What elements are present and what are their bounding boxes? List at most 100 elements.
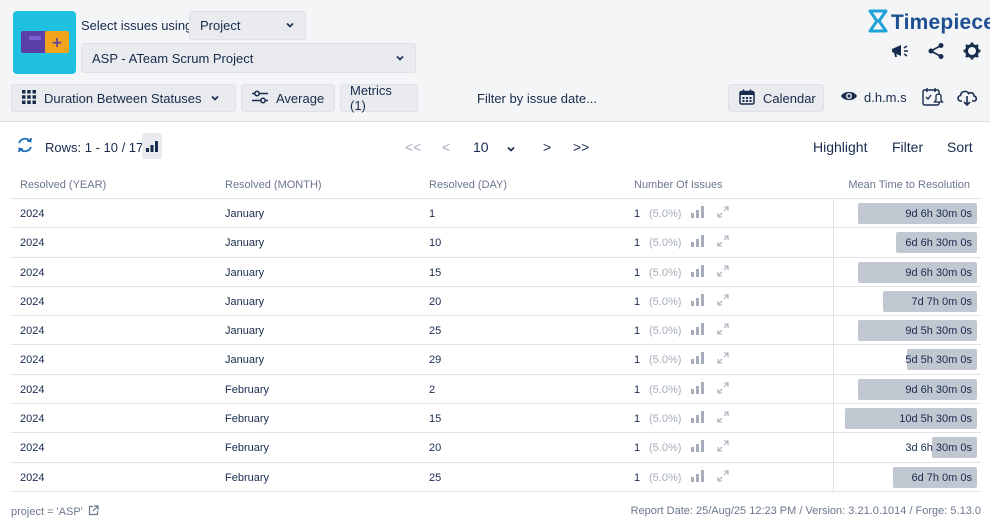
duration-between-statuses-button[interactable]: Duration Between Statuses xyxy=(11,84,236,112)
column-header-year[interactable]: Resolved (YEAR) xyxy=(20,179,106,191)
bar-chart-icon[interactable] xyxy=(691,440,705,455)
column-header-day[interactable]: Resolved (DAY) xyxy=(429,179,507,191)
table-row[interactable]: 2024 January 10 1 (5.0%) 6d 6h 30m 0s xyxy=(11,228,981,258)
table-row[interactable]: 2024 February 20 1 (5.0%) 3d 6h 30m 0s xyxy=(11,433,981,463)
project-dropdown[interactable]: ASP - ATeam Scrum Project xyxy=(81,43,416,73)
cell-issue-count: 1 xyxy=(634,413,641,426)
cell-year: 2024 xyxy=(20,471,45,484)
chevron-down-icon[interactable] xyxy=(506,141,516,157)
cell-month: January xyxy=(225,325,265,338)
brand: Timepiece xyxy=(868,9,990,36)
prev-page-button[interactable]: < xyxy=(442,139,450,155)
cell-issue-percent: (5.0%) xyxy=(649,354,682,367)
cell-mean-time: 9d 6h 30m 0s xyxy=(833,374,981,404)
table-row[interactable]: 2024 January 1 1 (5.0%) 9d 6h 30m 0s xyxy=(11,199,981,229)
metrics-button[interactable]: Metrics (1) xyxy=(340,83,418,113)
share-icon[interactable] xyxy=(925,40,947,62)
brand-name: Timepiece xyxy=(891,10,990,34)
expand-icon[interactable] xyxy=(717,294,729,309)
bar-chart-icon[interactable] xyxy=(691,411,705,426)
select-issues-label: Select issues using xyxy=(81,18,193,33)
cell-issue-percent: (5.0%) xyxy=(649,383,682,396)
bar-chart-icon[interactable] xyxy=(142,133,162,159)
table-row[interactable]: 2024 February 15 1 (5.0%) 10d 5h 30m 0s xyxy=(11,404,981,434)
average-button[interactable]: Average xyxy=(241,84,335,112)
rows-count: Rows: 1 - 10 / 17 xyxy=(45,140,144,155)
bar-chart-icon[interactable] xyxy=(691,469,705,485)
cell-year: 2024 xyxy=(20,354,45,367)
expand-icon[interactable] xyxy=(717,206,729,221)
table-row[interactable]: 2024 January 29 1 (5.0%) 5d 5h 30m 0s xyxy=(11,345,981,375)
svg-text:+: + xyxy=(51,35,63,51)
cell-issue-percent: (5.0%) xyxy=(649,325,682,338)
mean-time-value: 5d 5h 30m 0s xyxy=(905,354,972,367)
table-row[interactable]: 2024 January 15 1 (5.0%) 9d 6h 30m 0s xyxy=(11,257,981,287)
select-by-dropdown[interactable]: Project xyxy=(189,11,306,40)
footer-query: project = 'ASP' xyxy=(11,505,99,519)
project-value: ASP - ATeam Scrum Project xyxy=(92,50,254,66)
mean-time-value: 9d 6h 30m 0s xyxy=(905,383,972,396)
sort-button[interactable]: Sort xyxy=(947,139,973,155)
mean-time-value: 6d 7h 0m 0s xyxy=(911,471,972,484)
highlight-button[interactable]: Highlight xyxy=(813,139,867,155)
cell-month: January xyxy=(225,266,265,279)
cloud-download-icon[interactable] xyxy=(956,87,978,110)
cell-year: 2024 xyxy=(20,266,45,279)
bar-chart-icon[interactable] xyxy=(691,264,705,280)
time-format-label: d.h.m.s xyxy=(864,90,907,105)
table-row[interactable]: 2024 February 2 1 (5.0%) 9d 6h 30m 0s xyxy=(11,374,981,405)
calendar-label: Calendar xyxy=(763,90,816,106)
column-header-issues[interactable]: Number Of Issues xyxy=(634,179,723,191)
gear-icon[interactable] xyxy=(961,40,983,62)
cell-issue-percent: (5.0%) xyxy=(649,266,682,279)
cell-year: 2024 xyxy=(20,442,45,455)
sliders-icon xyxy=(252,90,268,107)
cell-mean-time: 6d 7h 0m 0s xyxy=(833,462,981,491)
bar-chart-icon[interactable] xyxy=(691,352,705,367)
column-header-mean-time[interactable]: Mean Time to Resolution xyxy=(848,179,970,191)
cell-month: January xyxy=(225,237,265,250)
next-page-button[interactable]: > xyxy=(543,139,551,155)
filter-by-issue-date[interactable]: Filter by issue date... xyxy=(477,91,597,106)
bar-chart-icon[interactable] xyxy=(691,293,705,309)
cell-mean-time: 9d 6h 30m 0s xyxy=(833,257,981,286)
column-header-month[interactable]: Resolved (MONTH) xyxy=(225,179,322,191)
bar-chart-icon[interactable] xyxy=(691,323,705,338)
cell-issue-percent: (5.0%) xyxy=(649,208,682,220)
megaphone-icon[interactable] xyxy=(889,40,911,62)
cell-issue-percent: (5.0%) xyxy=(649,442,682,455)
expand-icon[interactable] xyxy=(717,265,729,280)
cell-year: 2024 xyxy=(20,325,45,338)
table-row[interactable]: 2024 February 25 1 (5.0%) 6d 7h 0m 0s xyxy=(11,462,981,492)
cell-mean-time: 9d 5h 30m 0s xyxy=(833,316,981,345)
bar-chart-icon[interactable] xyxy=(691,206,705,221)
bar-chart-icon[interactable] xyxy=(691,381,705,397)
cell-month: February xyxy=(225,442,270,455)
cell-day: 25 xyxy=(429,325,442,338)
table-row[interactable]: 2024 January 20 1 (5.0%) 7d 7h 0m 0s xyxy=(11,286,981,317)
last-page-button[interactable]: >> xyxy=(573,139,589,155)
bar-chart-icon[interactable] xyxy=(691,235,705,250)
expand-icon[interactable] xyxy=(717,235,729,250)
hourglass-icon xyxy=(868,9,888,36)
refresh-icon[interactable] xyxy=(16,136,34,157)
cell-issue-count: 1 xyxy=(634,442,641,455)
expand-icon[interactable] xyxy=(717,411,729,426)
table-body: 2024 January 1 1 (5.0%) 9d 6h 30m 0s 2024 Janua… xyxy=(11,199,981,492)
table-row[interactable]: 2024 January 25 1 (5.0%) 9d 5h 30m 0s xyxy=(11,316,981,346)
expand-icon[interactable] xyxy=(717,440,729,455)
filter-button[interactable]: Filter xyxy=(892,139,923,155)
first-page-button[interactable]: << xyxy=(405,139,421,155)
external-link-icon[interactable] xyxy=(88,505,99,519)
expand-icon[interactable] xyxy=(717,382,729,397)
time-format-toggle[interactable]: d.h.m.s xyxy=(840,89,907,106)
calendar-alert-icon[interactable] xyxy=(922,87,944,110)
cell-day: 2 xyxy=(429,383,436,396)
calendar-button[interactable]: Calendar xyxy=(728,84,824,112)
expand-icon[interactable] xyxy=(717,470,729,485)
grid-icon xyxy=(22,89,36,107)
page-size-value[interactable]: 10 xyxy=(473,139,489,155)
cell-issue-count: 1 xyxy=(634,383,641,396)
expand-icon[interactable] xyxy=(717,352,729,367)
expand-icon[interactable] xyxy=(717,323,729,338)
